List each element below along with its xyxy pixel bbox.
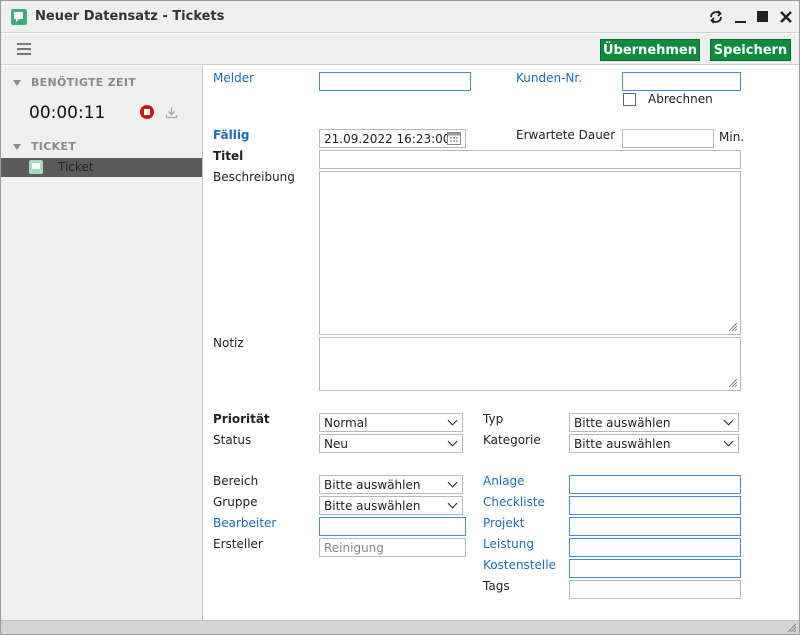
chevron-down-icon: [447, 415, 458, 426]
section-ticket[interactable]: TICKET: [13, 140, 76, 153]
toolbar: Übernehmen Speichern: [1, 34, 799, 65]
duration-unit: Min.: [719, 130, 745, 144]
section-ticket-label: TICKET: [31, 140, 77, 153]
collapse-icon: [13, 144, 21, 150]
stop-icon[interactable]: [140, 105, 154, 119]
kostenstelle-label[interactable]: Kostenstelle: [483, 558, 556, 572]
minimize-icon[interactable]: [731, 8, 749, 26]
ersteller-input: [319, 538, 466, 557]
kunden-nr-input[interactable]: [622, 72, 741, 91]
menu-icon[interactable]: [17, 43, 31, 55]
save-button[interactable]: Speichern: [710, 39, 791, 61]
leistung-input[interactable]: [569, 538, 741, 557]
restore-icon[interactable]: [707, 8, 725, 26]
erwartete-dauer-label: Erwartete Dauer: [516, 128, 616, 142]
timer-display: 00:00:11: [29, 103, 106, 123]
chevron-down-icon: [723, 415, 734, 426]
gruppe-label: Gruppe: [213, 495, 258, 509]
bearbeiter-label[interactable]: Bearbeiter: [213, 516, 276, 530]
ersteller-label: Ersteller: [213, 537, 263, 551]
abrechnen-label: Abrechnen: [648, 92, 713, 106]
notiz-label: Notiz: [213, 336, 244, 350]
resize-grip-icon[interactable]: [726, 320, 738, 332]
resize-grip-icon[interactable]: [726, 376, 738, 388]
prioritaet-value: Normal: [324, 416, 368, 430]
faellig-value: 21.09.2022 16:23:00: [324, 132, 451, 146]
status-label: Status: [213, 433, 252, 447]
typ-label: Typ: [483, 412, 504, 426]
chevron-down-icon: [447, 477, 458, 488]
chevron-down-icon: [447, 498, 458, 509]
beschreibung-textarea[interactable]: [319, 171, 741, 335]
title-bar: Neuer Datensatz - Tickets: [1, 1, 799, 33]
close-icon[interactable]: [777, 8, 795, 26]
kostenstelle-input[interactable]: [569, 559, 741, 578]
typ-value: Bitte auswählen: [574, 416, 671, 430]
sidebar-item-ticket[interactable]: Ticket: [1, 158, 202, 177]
resize-grip-icon[interactable]: [786, 622, 797, 633]
app-icon: [11, 9, 27, 25]
titel-label: Titel: [213, 149, 244, 163]
leistung-label[interactable]: Leistung: [483, 537, 534, 551]
sidebar: BENÖTIGTE ZEIT 00:00:11 TICKET Ticket: [1, 66, 203, 620]
status-select[interactable]: Neu: [319, 434, 463, 453]
kategorie-value: Bitte auswählen: [574, 437, 671, 451]
maximize-icon[interactable]: [754, 8, 772, 26]
status-value: Neu: [324, 437, 348, 451]
melder-input[interactable]: [319, 72, 471, 91]
ticket-icon: [29, 160, 43, 174]
projekt-input[interactable]: [569, 517, 741, 536]
anlage-label[interactable]: Anlage: [483, 474, 525, 488]
notiz-textarea[interactable]: [319, 337, 741, 391]
melder-label[interactable]: Melder: [213, 71, 254, 85]
chevron-down-icon: [447, 436, 458, 447]
abrechnen-checkbox[interactable]: [623, 93, 636, 106]
bereich-label: Bereich: [213, 474, 259, 488]
checkliste-input[interactable]: [569, 496, 741, 515]
section-time[interactable]: BENÖTIGTE ZEIT: [13, 76, 136, 89]
dialog-window: Neuer Datensatz - Tickets Übernehmen Spe…: [0, 0, 800, 635]
bereich-value: Bitte auswählen: [324, 478, 421, 492]
kategorie-select[interactable]: Bitte auswählen: [569, 434, 739, 453]
anlage-input[interactable]: [569, 475, 741, 494]
projekt-label[interactable]: Projekt: [483, 516, 524, 530]
collapse-icon: [13, 80, 21, 86]
chevron-down-icon: [723, 436, 734, 447]
bearbeiter-input[interactable]: [319, 517, 466, 536]
gruppe-value: Bitte auswählen: [324, 499, 421, 513]
prioritaet-label: Priorität: [213, 412, 270, 426]
kunden-nr-label[interactable]: Kunden-Nr.: [516, 71, 582, 85]
download-icon[interactable]: [165, 106, 178, 119]
typ-select[interactable]: Bitte auswählen: [569, 413, 739, 432]
gruppe-select[interactable]: Bitte auswählen: [319, 496, 463, 515]
bereich-select[interactable]: Bitte auswählen: [319, 475, 463, 494]
prioritaet-select[interactable]: Normal: [319, 413, 463, 432]
faellig-field[interactable]: 21.09.2022 16:23:00: [319, 129, 466, 148]
sidebar-item-label: Ticket: [58, 160, 94, 174]
tags-label: Tags: [483, 579, 510, 593]
status-bar: [1, 620, 799, 634]
erwartete-dauer-input[interactable]: [622, 129, 714, 148]
checkliste-label[interactable]: Checkliste: [483, 495, 545, 509]
kategorie-label: Kategorie: [483, 433, 541, 447]
faellig-label[interactable]: Fällig: [213, 128, 250, 142]
titel-input[interactable]: [319, 150, 741, 169]
tags-input[interactable]: [569, 580, 741, 599]
beschreibung-label: Beschreibung: [213, 170, 295, 184]
apply-button[interactable]: Übernehmen: [600, 39, 700, 61]
calendar-icon[interactable]: [446, 130, 462, 146]
window-title: Neuer Datensatz - Tickets: [35, 9, 225, 24]
section-time-label: BENÖTIGTE ZEIT: [31, 76, 137, 89]
ticket-form: Melder Kunden-Nr. Abrechnen Fällig 21.09…: [204, 66, 799, 620]
